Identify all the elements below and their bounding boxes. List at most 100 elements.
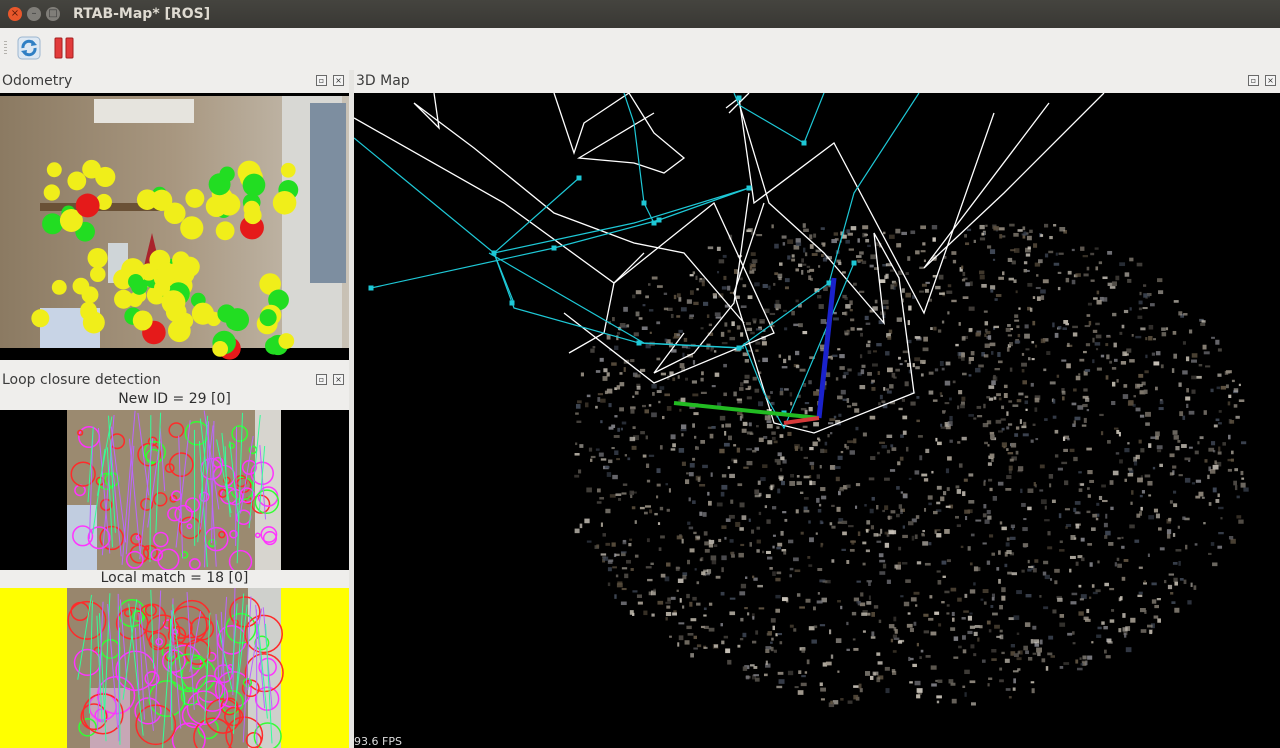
cloud-point	[715, 575, 721, 579]
cloud-point	[1147, 480, 1153, 486]
cloud-point	[1099, 413, 1104, 417]
cloud-point	[993, 396, 997, 400]
cloud-point	[656, 321, 661, 325]
loop-closure-close-button[interactable]: ×	[333, 374, 344, 385]
new-id-view[interactable]	[0, 410, 349, 570]
cloud-point	[1047, 652, 1053, 656]
map3d-close-button[interactable]: ×	[1265, 75, 1276, 86]
cloud-point	[901, 398, 905, 402]
toolbar-grip[interactable]	[4, 41, 7, 55]
cloud-point	[720, 491, 725, 497]
refresh-button[interactable]	[16, 35, 42, 61]
cloud-point	[1158, 290, 1164, 295]
maximize-window-button[interactable]: □	[46, 7, 60, 21]
cloud-point	[1196, 375, 1202, 379]
cloud-point	[808, 520, 811, 524]
cloud-point	[1191, 359, 1197, 363]
cloud-point	[842, 375, 847, 379]
cloud-point	[1148, 494, 1152, 497]
cloud-point	[813, 422, 819, 427]
cloud-point	[936, 485, 942, 490]
feature-dot	[272, 191, 297, 215]
cloud-point	[668, 488, 671, 493]
cloud-point	[846, 229, 850, 234]
cloud-point	[1233, 388, 1239, 393]
cloud-point	[624, 573, 629, 579]
cloud-point	[731, 551, 735, 556]
cloud-point	[729, 539, 734, 543]
cloud-point	[1123, 384, 1128, 388]
cloud-point	[982, 513, 987, 518]
cloud-point	[797, 690, 804, 695]
graph-node	[746, 185, 752, 191]
cloud-point	[818, 503, 822, 507]
cloud-point	[934, 368, 939, 372]
feature-dot	[132, 310, 153, 331]
cloud-point	[940, 394, 943, 397]
cloud-point	[1218, 506, 1224, 510]
cloud-point	[928, 502, 932, 506]
cloud-point	[962, 296, 969, 299]
odometry-float-button[interactable]: ▫	[316, 75, 327, 86]
cloud-point	[965, 515, 968, 521]
cloud-point	[1090, 279, 1095, 282]
cloud-point	[846, 621, 849, 626]
cloud-point	[1058, 513, 1062, 519]
minimize-window-button[interactable]: –	[27, 7, 41, 21]
cloud-point	[1184, 457, 1191, 461]
cloud-point	[647, 283, 651, 286]
cloud-point	[746, 396, 752, 400]
cloud-point	[803, 228, 809, 232]
cloud-point	[688, 497, 691, 502]
loop-closure-float-button[interactable]: ▫	[316, 374, 327, 385]
cloud-point	[893, 616, 897, 622]
cloud-point	[746, 327, 753, 332]
cloud-point	[629, 490, 635, 496]
cloud-point	[969, 327, 973, 332]
map3d-float-button[interactable]: ▫	[1248, 75, 1259, 86]
cloud-point	[1119, 459, 1123, 464]
cloud-point	[1148, 515, 1155, 520]
cloud-point	[692, 500, 696, 504]
cloud-point	[1139, 291, 1142, 296]
cloud-point	[1194, 543, 1198, 546]
cloud-point	[707, 246, 714, 250]
cloud-point	[981, 283, 987, 288]
cloud-point	[1201, 496, 1205, 499]
cloud-point	[844, 443, 847, 448]
close-window-button[interactable]: ×	[8, 7, 22, 21]
cloud-point	[1212, 450, 1216, 453]
cloud-point	[984, 519, 990, 524]
cloud-point	[739, 591, 746, 596]
cloud-point	[902, 525, 906, 529]
cloud-point	[829, 465, 836, 470]
cloud-point	[961, 336, 966, 341]
cloud-point	[858, 290, 865, 293]
cloud-point	[1032, 625, 1037, 630]
cloud-point	[1047, 546, 1053, 550]
cloud-point	[808, 380, 812, 385]
odometry-close-button[interactable]: ×	[333, 75, 344, 86]
cloud-point	[846, 405, 852, 408]
cloud-point	[677, 375, 680, 379]
pause-button[interactable]	[52, 35, 78, 61]
cloud-point	[756, 539, 761, 544]
cloud-point	[1014, 433, 1019, 437]
cloud-point	[859, 354, 863, 359]
cloud-point	[700, 439, 706, 444]
cloud-point	[811, 639, 817, 644]
odometry-view[interactable]	[0, 93, 349, 360]
map3d-view[interactable]	[354, 93, 1280, 748]
cloud-point	[1212, 487, 1217, 493]
cloud-point	[928, 617, 934, 621]
cloud-point	[916, 688, 923, 693]
cloud-point	[945, 468, 950, 474]
cloud-point	[865, 671, 871, 676]
cloud-point	[1032, 652, 1037, 655]
cloud-point	[1173, 577, 1178, 583]
cloud-point	[951, 299, 957, 303]
local-match-view[interactable]	[0, 588, 349, 748]
cloud-point	[619, 382, 625, 387]
cloud-point	[844, 311, 848, 316]
cloud-point	[1186, 403, 1189, 409]
